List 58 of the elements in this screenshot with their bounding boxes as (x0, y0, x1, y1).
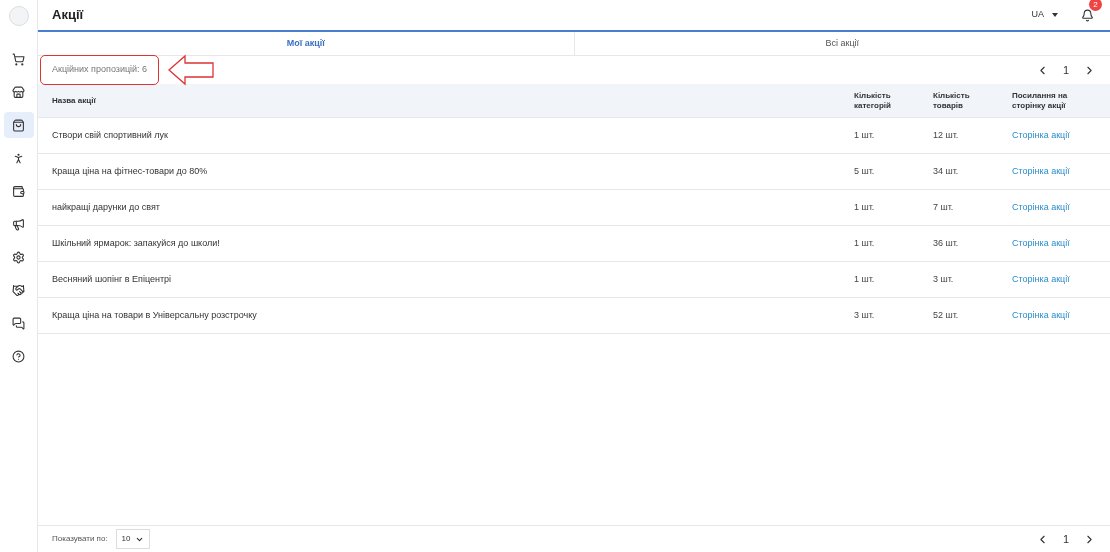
promotion-name: найкращі дарунки до свят (51, 200, 161, 214)
page-title: Акції (52, 6, 84, 25)
table-cell-text: 7 шт. (933, 200, 955, 214)
table-cell-text: 3 шт. (933, 272, 955, 286)
column-header: Кількість товарів (933, 90, 971, 111)
chat-icon (12, 316, 25, 330)
megaphone-icon (12, 217, 25, 231)
page-number: 1 (1062, 62, 1069, 78)
promotion-link[interactable]: Сторінка акції (1012, 309, 1070, 320)
table-cell-text: 1 шт. (854, 128, 876, 142)
table-row[interactable]: Краща ціна на товари в Універсальну розстрочку 3 шт. 52 шт. Сторінка акції (38, 298, 1110, 334)
table-row[interactable]: найкращі дарунки до свят 1 шт. 7 шт. Сторінка акції (38, 190, 1110, 226)
table-row[interactable]: Шкільний ярмарок: запакуйся до школи! 1 шт. 36 шт. Сторінка акції (38, 226, 1110, 262)
table-cell-text: 3 шт. (854, 308, 876, 322)
column-header: Назва акції (51, 95, 97, 106)
table-cell-text: 52 шт. (933, 308, 960, 322)
logo-icon (8, 6, 29, 26)
promotion-link[interactable]: Сторінка акції (1012, 165, 1070, 176)
table-cell-text: 12 шт. (933, 128, 960, 142)
promotion-link[interactable]: Сторінка акції (1012, 273, 1070, 284)
sidebar-item[interactable] (3, 112, 34, 138)
table-row[interactable]: Весняний шопінг в Епіцентрі 1 шт. 3 шт. Сторінка акції (38, 262, 1110, 298)
wallet-icon (12, 184, 25, 198)
page-number: 1 (1062, 531, 1069, 547)
promotion-name: Весняний шопінг в Епіцентрі (51, 272, 173, 286)
table-row[interactable]: Краща ціна на фітнес-товари до 80% 5 шт. 34 шт. Сторінка акції (38, 154, 1110, 190)
page-size-select[interactable]: 10 (115, 529, 150, 549)
settings-icon (12, 250, 25, 264)
store-icon (12, 85, 25, 99)
table-cell-text: 5 шт. (854, 164, 876, 178)
promotion-name: Створи свій спортивний лук (51, 128, 169, 142)
promotion-name: Краща ціна на товари в Універсальну розстрочку (51, 308, 258, 322)
page-size-label: Показувати по: (52, 533, 108, 545)
column-header: Кількість категорій (854, 90, 892, 111)
promotion-name: Шкільний ярмарок: запакуйся до школи! (51, 236, 221, 250)
table-cell-text: 1 шт. (854, 272, 876, 286)
offer-count: Акційних пропозицій: 6 (40, 55, 160, 85)
table-cell-text: 36 шт. (933, 236, 960, 250)
table-cell-text: 34 шт. (933, 164, 960, 178)
promotion-link[interactable]: Сторінка акції (1012, 237, 1070, 248)
language-select[interactable]: UA (1031, 8, 1058, 22)
person-icon (12, 151, 25, 165)
promotion-link[interactable]: Сторінка акції (1012, 201, 1070, 212)
cart-icon (12, 52, 25, 66)
bell-icon (1080, 8, 1094, 22)
promotion-name: Краща ціна на фітнес-товари до 80% (51, 164, 209, 178)
table-cell-text: 1 шт. (854, 236, 876, 250)
tab[interactable]: Мої акції (38, 32, 574, 55)
help-icon (12, 349, 25, 363)
shopping-bag-icon (12, 118, 25, 132)
handshake-icon (12, 283, 25, 297)
table-row[interactable]: Створи свій спортивний лук 1 шт. 12 шт. Сторінка акції (38, 118, 1110, 154)
arrow-icon (167, 54, 216, 86)
notification-badge: 2 (1089, 0, 1102, 11)
column-header: Посилання на сторінку акції (1012, 90, 1069, 111)
table-cell-text: 1 шт. (854, 200, 876, 214)
tab[interactable]: Всі акції (573, 32, 1110, 55)
promotion-link[interactable]: Сторінка акції (1012, 129, 1070, 140)
